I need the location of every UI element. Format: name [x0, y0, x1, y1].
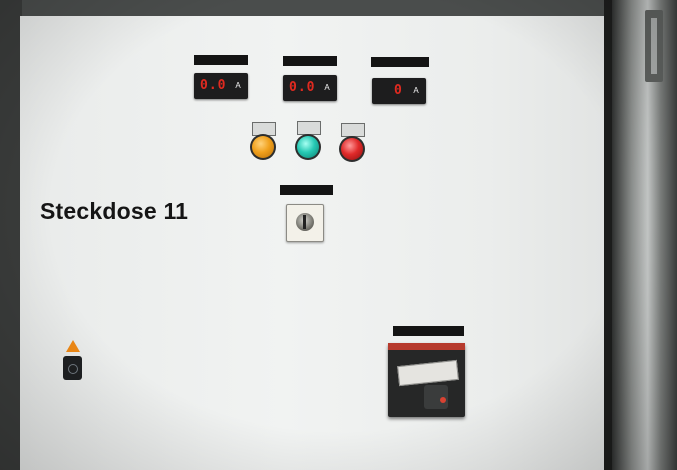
- meter-label-1: [194, 55, 248, 65]
- indicator-lamp-orange: [252, 136, 274, 158]
- warning-triangle-icon: [66, 340, 80, 352]
- ammeter-1-unit: A: [235, 81, 241, 90]
- socket-sign-label: Steckdose 11: [40, 198, 189, 224]
- lamp-label-red: [341, 123, 365, 137]
- photo-scene: 0.0 A 0.0 A 0 A Steckdose 11: [0, 0, 677, 470]
- lamp-label-green: [297, 121, 321, 135]
- power-outlet-ring: [68, 364, 78, 374]
- indicator-lamp-red: [341, 138, 363, 160]
- main-switch-label: [393, 326, 464, 336]
- key-slot: [303, 215, 306, 229]
- ammeter-3: 0 A: [372, 78, 426, 104]
- key-switch-label: [280, 185, 333, 195]
- ammeter-3-unit: A: [413, 86, 419, 95]
- ammeter-2-reading: 0.0: [289, 80, 316, 95]
- indicator-lamp-green: [297, 136, 319, 158]
- meter-label-2: [283, 56, 337, 66]
- meter-label-3: [371, 57, 429, 67]
- ammeter-2-unit: A: [324, 83, 330, 92]
- main-switch-indicator-dot: [440, 397, 446, 403]
- main-switch-red-strip: [388, 343, 465, 350]
- door-hinge-pin: [651, 18, 657, 74]
- power-outlet: [63, 356, 82, 380]
- ammeter-1-reading: 0.0: [200, 78, 227, 93]
- main-switch-handle: [397, 359, 459, 387]
- ammeter-1: 0.0 A: [194, 73, 248, 99]
- key-switch: [286, 204, 324, 242]
- ammeter-2: 0.0 A: [283, 75, 337, 101]
- background-left-edge: [0, 0, 22, 470]
- main-disconnect-switch: [388, 343, 465, 417]
